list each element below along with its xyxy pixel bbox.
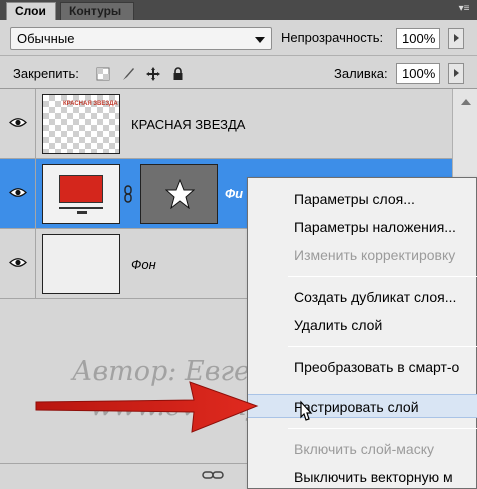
layer-name[interactable]: Фон (131, 257, 156, 272)
scroll-up-icon[interactable] (461, 99, 471, 105)
pointer-cursor-icon (300, 400, 313, 421)
red-fill-swatch (59, 175, 103, 203)
chevron-down-icon (255, 37, 265, 43)
menu-item-layer-properties[interactable]: Параметры слоя... (248, 187, 477, 211)
panel-menu-icon[interactable]: ▾≡ (457, 3, 471, 15)
menu-separator (288, 346, 477, 347)
fill-slider-button[interactable] (448, 63, 464, 84)
visibility-toggle[interactable] (0, 159, 36, 229)
menu-item-blending-options[interactable]: Параметры наложения... (248, 215, 477, 239)
vector-mask-thumbnail (140, 164, 218, 224)
tab-paths[interactable]: Контуры (60, 2, 134, 20)
blend-mode-value: Обычные (17, 31, 75, 46)
layer-context-menu: Параметры слоя... Параметры наложения...… (247, 177, 477, 489)
layer-name[interactable]: КРАСНАЯ ЗВЕЗДА (131, 117, 245, 132)
lock-row: Закрепить: Заливка: 100% (0, 57, 477, 89)
opacity-slider-button[interactable] (448, 28, 464, 49)
menu-item-delete-layer[interactable]: Удалить слой (248, 313, 477, 337)
layer-thumbnail: КРАСНАЯ ЗВЕЗДА (42, 94, 120, 154)
panel-tab-bar: Слои Контуры ▾≡ (0, 0, 477, 20)
blend-mode-select[interactable]: Обычные (10, 27, 272, 50)
blend-row: Обычные Непрозрачность: 100% (0, 20, 477, 56)
eye-icon (9, 188, 27, 197)
menu-item-disable-vector-mask[interactable]: Выключить векторную м (248, 465, 477, 489)
link-layers-icon[interactable] (202, 470, 224, 480)
brush-icon[interactable] (121, 67, 135, 81)
link-chain-icon[interactable] (123, 185, 133, 203)
eye-icon (9, 118, 27, 127)
tab-layers[interactable]: Слои (6, 2, 56, 20)
red-arrow-icon (35, 381, 259, 433)
menu-item-enable-layer-mask[interactable]: Включить слой-маску (248, 437, 477, 461)
opacity-label: Непрозрачность: (281, 30, 384, 45)
menu-item-convert-smart-object[interactable]: Преобразовать в смарт-о (248, 355, 477, 379)
layer-row-red-star[interactable]: КРАСНАЯ ЗВЕЗДА КРАСНАЯ ЗВЕЗДА (0, 89, 452, 159)
thumbnail-text: КРАСНАЯ ЗВЕЗДА (63, 101, 118, 107)
lock-transparency-icon[interactable] (96, 67, 110, 81)
thumb-base (77, 211, 87, 214)
menu-item-rasterize-layer[interactable]: Растрировать слой (248, 394, 477, 418)
layers-panel: Слои Контуры ▾≡ Обычные Непрозрачность: … (0, 0, 477, 489)
layer-name[interactable]: Фи (225, 186, 243, 201)
fill-label: Заливка: (334, 66, 388, 81)
eye-icon (9, 258, 27, 267)
menu-separator (288, 276, 477, 277)
fill-input[interactable]: 100% (396, 63, 440, 84)
menu-separator (288, 428, 477, 429)
layer-thumbnail (42, 164, 120, 224)
lock-icon[interactable] (171, 67, 185, 81)
visibility-toggle[interactable] (0, 89, 36, 159)
opacity-input[interactable]: 100% (396, 28, 440, 49)
star-icon (165, 179, 195, 209)
visibility-toggle[interactable] (0, 229, 36, 299)
thumb-line (59, 207, 103, 209)
menu-item-edit-adjustment[interactable]: Изменить корректировку (248, 243, 477, 267)
move-icon[interactable] (146, 67, 160, 81)
menu-item-duplicate-layer[interactable]: Создать дубликат слоя... (248, 285, 477, 309)
layer-thumbnail (42, 234, 120, 294)
lock-label: Закрепить: (13, 66, 79, 81)
